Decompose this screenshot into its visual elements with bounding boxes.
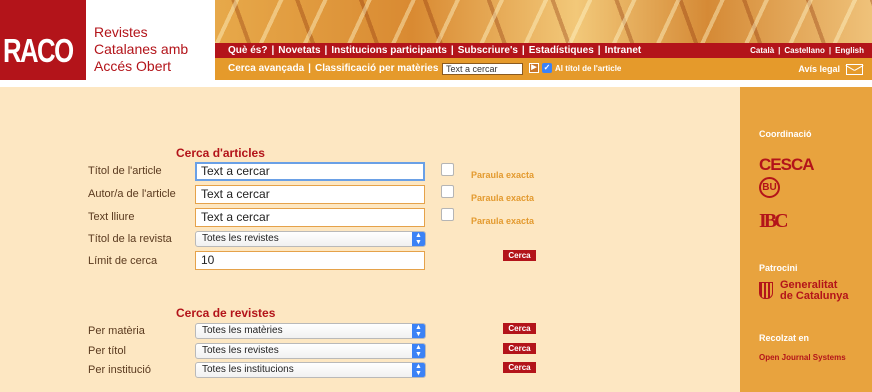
free-text-exact-label: Paraula exacta [471, 216, 535, 226]
journals-section-title: Cerca de revistes [176, 306, 276, 320]
by-subject-select-value: Totes les matèries [202, 325, 283, 336]
header-search-input[interactable]: Text a cercar [442, 63, 523, 75]
by-title-search-button[interactable]: Cerca [503, 343, 536, 354]
free-text-input[interactable]: Text a cercar [195, 208, 425, 227]
author-exact-checkbox[interactable] [441, 185, 454, 198]
chevron-updown-icon: ▲ ▼ [412, 324, 425, 338]
by-subject-search-button[interactable]: Cerca [503, 323, 536, 334]
title-only-label: Al títol de l'article [555, 64, 622, 73]
by-title-label: Per títol [88, 345, 126, 357]
by-title-select-value: Totes les revistes [202, 345, 279, 356]
nav-advanced-search[interactable]: Cerca avançada [228, 63, 304, 74]
sponsor-heading: Patrocini [759, 263, 798, 273]
nav-institutions[interactable]: Institucions participants [331, 45, 447, 56]
article-title-label: Títol de l'article [88, 165, 162, 177]
generalitat-logo-text[interactable]: Generalitat de Catalunya [780, 280, 848, 302]
header-search-go-icon[interactable]: ▶ [529, 63, 539, 73]
author-input[interactable]: Text a cercar [195, 185, 425, 204]
journal-title-select[interactable]: Totes les revistes ▲ ▼ [195, 231, 426, 247]
by-subject-select[interactable]: Totes les matèries ▲ ▼ [195, 323, 426, 339]
journal-title-label: Títol de la revista [88, 233, 172, 245]
by-institution-select-value: Totes les institucions [202, 364, 294, 375]
nav-news[interactable]: Novetats [278, 45, 320, 56]
generalitat-line-2: de Catalunya [780, 290, 849, 302]
secondary-nav: Cerca avançada | Classificació per matèrie… [215, 58, 872, 80]
articles-section-title: Cerca d'articles [176, 146, 265, 160]
title-only-checkbox[interactable]: ✓ [542, 63, 552, 73]
free-text-exact-checkbox[interactable] [441, 208, 454, 221]
generalitat-shield-icon[interactable] [759, 282, 773, 299]
chevron-updown-icon: ▲ ▼ [412, 363, 425, 377]
nav-what-is[interactable]: Què és? [228, 45, 267, 56]
article-title-exact-label: Paraula exacta [471, 170, 535, 180]
mail-icon[interactable] [846, 64, 863, 75]
sponsor-sidebar: Coordinació CESCA BU IBC Patrocini Gener… [740, 87, 872, 392]
language-switcher: Català | Castellano | English [750, 46, 864, 55]
nav-stats[interactable]: Estadístiques [529, 45, 594, 56]
author-exact-label: Paraula exacta [471, 193, 535, 203]
legal-link[interactable]: Avís legal [798, 58, 840, 80]
author-label: Autor/a de l'article [88, 188, 176, 200]
journal-title-select-value: Totes les revistes [202, 233, 279, 244]
lang-catala[interactable]: Català [750, 46, 774, 55]
collected-heading: Recolzat en [759, 333, 810, 343]
chevron-updown-icon: ▲ ▼ [412, 344, 425, 358]
lang-english[interactable]: English [835, 46, 864, 55]
nav-subscribe[interactable]: Subscriure's [458, 45, 518, 56]
coordination-heading: Coordinació [759, 129, 812, 139]
by-institution-label: Per institució [88, 364, 151, 376]
nav-subject-classification[interactable]: Classificació per matèries [315, 63, 438, 74]
bu-logo[interactable]: BU [759, 177, 780, 198]
raco-logo[interactable]: RACO [0, 0, 86, 80]
by-subject-label: Per matèria [88, 325, 145, 337]
cesca-logo[interactable]: CESCA [759, 155, 815, 175]
by-title-select[interactable]: Totes les revistes ▲ ▼ [195, 343, 426, 359]
article-title-input[interactable]: Text a cercar [195, 162, 425, 181]
logo-text: RACO [3, 32, 74, 69]
free-text-label: Text lliure [88, 211, 135, 223]
lang-castellano[interactable]: Castellano [784, 46, 824, 55]
limit-label: Límit de cerca [88, 255, 158, 267]
search-panel: Cerca d'articles Títol de l'article Text… [0, 87, 740, 392]
article-search-button[interactable]: Cerca [503, 250, 536, 261]
by-institution-select[interactable]: Totes les institucions ▲ ▼ [195, 362, 426, 378]
ibc-logo[interactable]: IBC [759, 210, 789, 233]
limit-input[interactable]: 10 [195, 251, 425, 270]
nav-intranet[interactable]: Intranet [605, 45, 642, 56]
header-banner [215, 0, 872, 43]
main-nav: Què és? | Novetats | Institucions participan… [215, 43, 872, 58]
article-title-exact-checkbox[interactable] [441, 163, 454, 176]
chevron-updown-icon: ▲ ▼ [412, 232, 425, 246]
ojs-link[interactable]: Open Journal Systems [759, 353, 846, 362]
by-institution-search-button[interactable]: Cerca [503, 362, 536, 373]
site-name: Revistes Catalanes amb Accés Obert [94, 24, 189, 74]
